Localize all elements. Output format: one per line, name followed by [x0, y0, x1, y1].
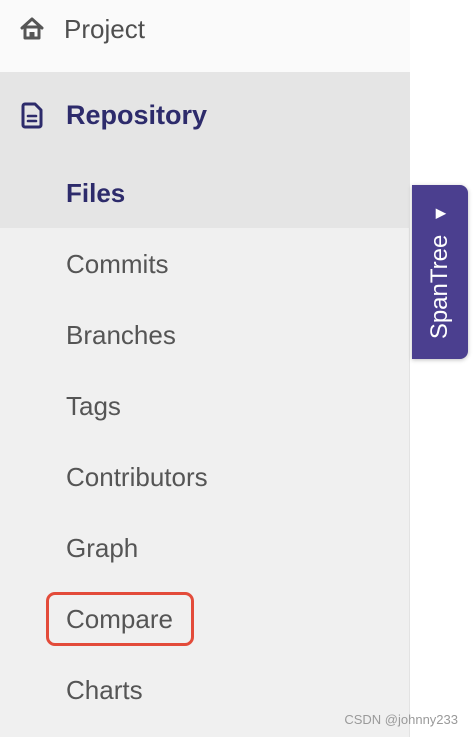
- sidebar-item-label: Compare: [66, 604, 173, 634]
- sidebar-item-label: Charts: [66, 675, 143, 705]
- sidebar-item-label: Commits: [66, 249, 169, 279]
- spantree-label: SpanTree: [426, 234, 453, 340]
- triangle-down-icon: ▼: [429, 204, 450, 223]
- sidebar-item-label: Contributors: [66, 462, 208, 492]
- sidebar-item-repository[interactable]: Repository: [0, 72, 410, 158]
- sidebar-item-label: Branches: [66, 320, 176, 350]
- sidebar-item-project[interactable]: Project: [0, 0, 410, 58]
- document-icon: [18, 101, 46, 129]
- page: Project Repository Files Commits Branche…: [0, 0, 474, 737]
- sidebar-item-label: Files: [66, 177, 126, 208]
- sidebar-item-label: Repository: [66, 99, 208, 130]
- sidebar-item-files[interactable]: Files: [0, 158, 410, 228]
- sidebar-item-graph[interactable]: Graph: [0, 513, 410, 584]
- watermark: CSDN @johnny233: [344, 712, 458, 727]
- sidebar-item-tags[interactable]: Tags: [0, 371, 410, 442]
- sidebar-item-compare[interactable]: Compare: [0, 584, 410, 655]
- sidebar-item-label: Tags: [66, 391, 121, 421]
- sidebar-item-label: Graph: [66, 533, 139, 563]
- sidebar-item-label: Project: [64, 13, 145, 44]
- sidebar-item-commits[interactable]: Commits: [0, 229, 410, 300]
- sidebar-item-contributors[interactable]: Contributors: [0, 442, 410, 513]
- sidebar: Project Repository Files Commits Branche…: [0, 0, 410, 737]
- sidebar-item-branches[interactable]: Branches: [0, 300, 410, 371]
- spantree-button-content: SpanTree ▼: [426, 205, 454, 339]
- spantree-toggle-button[interactable]: SpanTree ▼: [412, 185, 468, 359]
- home-icon: [18, 15, 46, 43]
